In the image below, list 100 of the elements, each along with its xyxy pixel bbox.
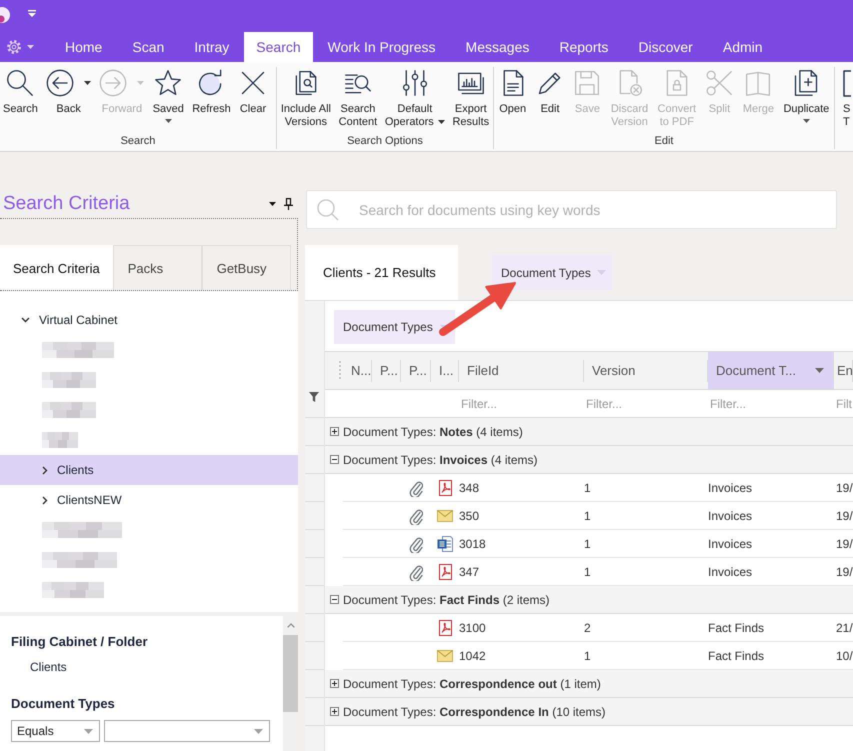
search-box[interactable]: Search for documents using key words xyxy=(306,190,837,229)
column-chip[interactable]: Document Types xyxy=(492,255,612,290)
filter-field[interactable]: Filter... xyxy=(708,390,834,417)
panel-tab[interactable]: Search Criteria xyxy=(0,245,113,290)
paperclip-icon[interactable] xyxy=(409,562,423,580)
table-cell: Invoices xyxy=(708,502,834,530)
filter-field[interactable]: Filt xyxy=(834,390,853,417)
tree-item[interactable]: Virtual Cabinet xyxy=(0,305,298,335)
group-label: Search xyxy=(120,134,156,149)
chevron-right-icon[interactable] xyxy=(42,466,48,474)
export-results-button[interactable]: Export Results xyxy=(449,67,492,129)
nav-tab[interactable]: Admin xyxy=(708,32,778,62)
scrollbar[interactable] xyxy=(283,616,298,751)
search-icon xyxy=(317,198,339,220)
pdf-document-icon[interactable] xyxy=(438,620,452,636)
group-row[interactable]: Document Types: Notes (4 items) xyxy=(325,418,853,446)
table-row[interactable]: 348 1 Invoices 19/ xyxy=(325,474,853,502)
saved-button[interactable]: Saved xyxy=(150,67,187,123)
filter-icon[interactable] xyxy=(309,392,319,402)
edit-button[interactable]: Edit xyxy=(533,67,568,116)
table-cell: 2 xyxy=(584,614,708,642)
refresh-button[interactable]: Refresh xyxy=(189,67,234,116)
logo-icon[interactable] xyxy=(0,7,11,23)
results-tab[interactable]: Clients - 21 Results xyxy=(305,245,458,300)
search-button[interactable]: Search xyxy=(0,67,41,116)
search-content-button[interactable]: Search Content xyxy=(336,67,380,129)
paperclip-icon[interactable] xyxy=(409,534,423,552)
table-cell: 3100 xyxy=(459,614,584,642)
caret-icon xyxy=(84,728,93,734)
pixelated-label xyxy=(42,402,96,418)
table-row[interactable]: 3018 1 Invoices 19/ xyxy=(325,530,853,558)
chevron-right-icon[interactable] xyxy=(42,496,48,504)
nav-tab[interactable]: Messages xyxy=(450,32,544,62)
caret-icon xyxy=(597,270,606,275)
pdf-document-icon[interactable] xyxy=(438,480,452,496)
pdf-document-icon[interactable] xyxy=(438,564,452,580)
search-icon xyxy=(6,69,34,97)
plus-box-icon[interactable] xyxy=(330,679,339,688)
back-button[interactable]: Back xyxy=(43,67,94,116)
table-cell: 21/ xyxy=(834,614,853,642)
panel-title: Search Criteria xyxy=(3,193,131,215)
plus-box-icon[interactable] xyxy=(330,707,339,716)
nav-tab[interactable]: Work In Progress xyxy=(312,32,451,62)
pin-icon[interactable] xyxy=(284,198,293,210)
text-document-icon[interactable] xyxy=(437,536,453,552)
nav-tab[interactable]: Scan xyxy=(117,32,180,62)
nav-tab[interactable]: Intray xyxy=(179,32,244,62)
table-cell: Fact Finds xyxy=(708,614,834,642)
nav-tab[interactable]: Reports xyxy=(544,32,624,62)
minus-box-icon[interactable] xyxy=(330,595,339,604)
table-cell: 1 xyxy=(584,502,708,530)
table-row[interactable]: 350 1 Invoices 19/ xyxy=(325,502,853,530)
scissors-icon xyxy=(705,69,734,97)
filter-field[interactable]: Filter... xyxy=(459,390,584,417)
scrollbar-thumb[interactable] xyxy=(283,635,298,712)
column-header[interactable]: Document T... xyxy=(708,352,834,389)
toolbar-button[interactable]: S T xyxy=(835,67,851,129)
clear-button[interactable]: Clear xyxy=(236,67,270,116)
table-cell: 19/ xyxy=(834,474,853,502)
chevron-down-icon[interactable] xyxy=(21,317,30,323)
plus-box-icon[interactable] xyxy=(330,427,339,436)
panel-tab[interactable]: GetBusy xyxy=(202,245,291,290)
panel-tab[interactable]: Packs xyxy=(112,245,202,290)
nav-tab[interactable]: Home xyxy=(50,32,118,62)
caret-icon xyxy=(27,45,34,49)
tree-item[interactable]: ClientsNEW xyxy=(0,485,298,515)
table-cell: 1 xyxy=(584,474,708,502)
caret-icon[interactable] xyxy=(269,202,276,206)
operator-dropdown[interactable]: Equals xyxy=(11,720,100,742)
group-label: Edit xyxy=(654,134,674,149)
document-icon xyxy=(843,68,851,98)
table-cell: 19/ xyxy=(834,502,853,530)
table-row[interactable]: 3100 2 Fact Finds 21/ xyxy=(325,614,853,642)
pixelated-label xyxy=(42,582,104,598)
minus-box-icon[interactable] xyxy=(330,455,339,464)
filter-field[interactable]: Filter... xyxy=(584,390,708,417)
group-row[interactable]: Document Types: Correspondence In (10 items) xyxy=(325,698,853,726)
duplicate-button[interactable]: Duplicate xyxy=(780,67,832,123)
group-row[interactable]: Document Types: Invoices (4 items) xyxy=(325,446,853,474)
search-input[interactable]: Search for documents using key words xyxy=(359,198,836,222)
nav-tab[interactable]: Discover xyxy=(623,32,708,62)
tree-item[interactable]: Clients xyxy=(0,455,298,485)
envelope-icon[interactable] xyxy=(437,509,453,522)
pixelated-label xyxy=(42,342,114,358)
section-heading: Filing Cabinet / Folder xyxy=(11,633,148,651)
x-mark-icon xyxy=(239,69,267,97)
table-cell: 19/ xyxy=(834,530,853,558)
default-operators-button[interactable]: Default Operators xyxy=(382,67,448,129)
paperclip-icon[interactable] xyxy=(409,506,423,524)
paperclip-icon[interactable] xyxy=(409,478,423,496)
table-cell: 350 xyxy=(459,502,584,530)
include-all-versions-button[interactable]: Include All Versions xyxy=(278,67,334,129)
section-heading: Document Types xyxy=(11,695,116,713)
envelope-icon[interactable] xyxy=(437,649,453,662)
sliders-icon xyxy=(400,69,429,97)
open-button[interactable]: Open xyxy=(496,67,530,116)
group-row[interactable]: Document Types: Correspondence out (1 item) xyxy=(325,670,853,698)
nav-tab[interactable]: Search xyxy=(244,32,313,62)
drag-handle-icon[interactable] xyxy=(339,360,341,380)
group-row[interactable]: Document Types: Fact Finds (2 items) xyxy=(325,586,853,614)
